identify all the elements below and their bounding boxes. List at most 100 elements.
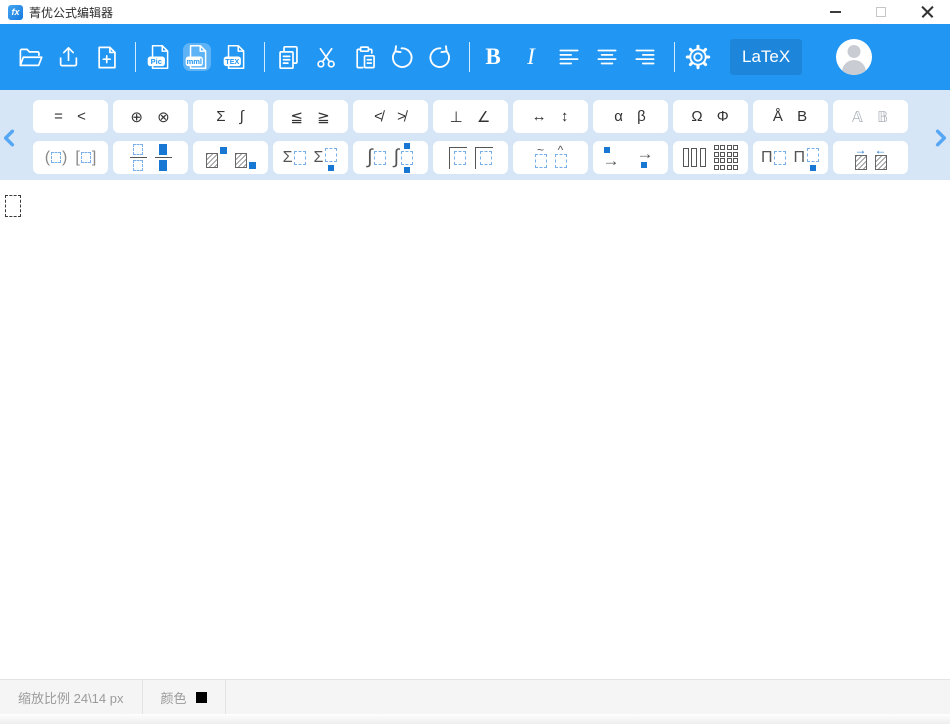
user-avatar[interactable] [836,39,872,75]
palette-relations[interactable]: = < [33,100,108,133]
template-vector[interactable]: → ← [833,141,908,174]
radical-icon [449,147,467,169]
subscript-icon [235,147,256,169]
arrow-label-below-icon: → [635,147,661,168]
folder-open-icon [17,44,44,71]
toolbar-separator [135,42,136,72]
formula-placeholder[interactable] [5,195,21,217]
matrix-grid-icon [714,145,739,170]
toolbar-separator [469,42,470,72]
paste-icon [351,44,378,71]
redo-button[interactable] [426,43,454,71]
avatar-person-icon [848,45,861,58]
redo-icon [426,43,454,71]
paste-button[interactable] [350,43,378,71]
template-matrix[interactable] [673,141,748,174]
template-product[interactable]: Π Π [753,141,828,174]
color-label: 颜色 [161,688,187,707]
palette-leq-geq[interactable]: ≦ ≧ [273,100,348,133]
template-sum[interactable]: Σ Σ [273,141,348,174]
status-bar: 缩放比例 24\14 px 颜色 [0,679,950,714]
tex-file-icon: TEX [221,42,249,72]
export-tex-button[interactable]: TEX [221,43,249,71]
cut-button[interactable] [312,43,340,71]
template-accent[interactable]: ~ ^ [513,141,588,174]
toolbar-separator [674,42,675,72]
align-center-icon [594,44,620,70]
mml-file-icon: mml [183,42,211,72]
color-cell[interactable]: 颜色 [143,680,226,714]
svg-text:mml: mml [187,57,202,66]
title-bar: fx 菁优公式编辑器 [0,0,950,24]
template-integral[interactable]: ∫ ∫ [353,141,428,174]
superscript-icon [206,147,227,169]
close-icon [921,6,934,19]
align-left-button[interactable] [555,43,583,71]
palette-scroll-left[interactable] [2,129,16,147]
palette-double-struck[interactable]: 𝔸 𝔹 [833,100,908,133]
new-document-icon [93,44,120,71]
undo-icon [388,43,416,71]
export-pic-button[interactable]: Pic [145,43,173,71]
color-swatch[interactable] [196,692,207,703]
dashed-box-icon [81,152,91,163]
palette-row-symbols: = < ⊕ ⊗ Σ ∫ ≦ ≧ ≮ ≯ ⊥ ∠ ↔ ↕ α β Ω Φ Å B … [33,100,950,133]
new-formula-button[interactable] [92,43,120,71]
radical-icon [475,147,493,169]
undo-button[interactable] [388,43,416,71]
template-fraction[interactable] [113,141,188,174]
export-mml-button[interactable]: mml [183,43,211,71]
palette-scroll-right[interactable] [934,129,948,147]
latex-mode-button[interactable]: LaTeX [730,39,802,75]
sum-icon: Σ [283,149,306,167]
svg-text:TEX: TEX [225,58,239,66]
template-script[interactable] [193,141,268,174]
align-right-icon [632,44,658,70]
window-title: 菁优公式编辑器 [29,4,113,21]
align-right-button[interactable] [631,43,659,71]
palette-negated-relations[interactable]: ≮ ≯ [353,100,428,133]
vector-left-icon: ← [875,146,887,170]
palette-letterlike[interactable]: Å B [753,100,828,133]
dashed-box-icon [51,152,61,163]
editor-canvas[interactable] [0,180,950,679]
palette-greek-uppercase[interactable]: Ω Φ [673,100,748,133]
tilde-accent-icon: ~ [535,147,547,168]
integral-icon: ∫ [367,146,385,169]
maximize-icon [876,7,886,17]
align-left-icon [556,44,582,70]
toolbar-separator [264,42,265,72]
pic-file-icon: Pic [145,42,173,72]
window-controls [812,0,950,24]
fraction-empty-icon [130,144,147,172]
export-button[interactable] [54,43,82,71]
align-center-button[interactable] [593,43,621,71]
template-brackets[interactable]: () [] [33,141,108,174]
close-button[interactable] [904,0,950,24]
template-labeled-arrow[interactable]: → → [593,141,668,174]
maximize-button[interactable] [858,0,904,24]
svg-text:Pic: Pic [151,57,162,66]
open-file-button[interactable] [16,43,44,71]
product-icon: Π [761,149,786,167]
template-root[interactable] [433,141,508,174]
italic-button[interactable]: I [517,43,545,71]
copy-button[interactable] [274,43,302,71]
palette-sum-integral[interactable]: Σ ∫ [193,100,268,133]
scissors-icon [313,44,340,71]
minimize-button[interactable] [812,0,858,24]
palette-circled-operators[interactable]: ⊕ ⊗ [113,100,188,133]
zoom-ratio-cell[interactable]: 缩放比例 24\14 px [0,680,143,714]
copy-icon [275,44,302,71]
palette-arrows[interactable]: ↔ ↕ [513,100,588,133]
settings-button[interactable] [684,43,712,71]
bold-button[interactable]: B [479,43,507,71]
integral-with-limits-icon: ∫ [394,143,414,173]
minimize-icon [830,11,841,13]
palette-row-templates: () [] Σ Σ [33,141,950,174]
palette-geometry[interactable]: ⊥ ∠ [433,100,508,133]
palette-greek-lowercase[interactable]: α β [593,100,668,133]
vector-right-icon: → [855,146,867,170]
app-logo-icon: fx [8,5,23,20]
gear-icon [684,43,712,71]
